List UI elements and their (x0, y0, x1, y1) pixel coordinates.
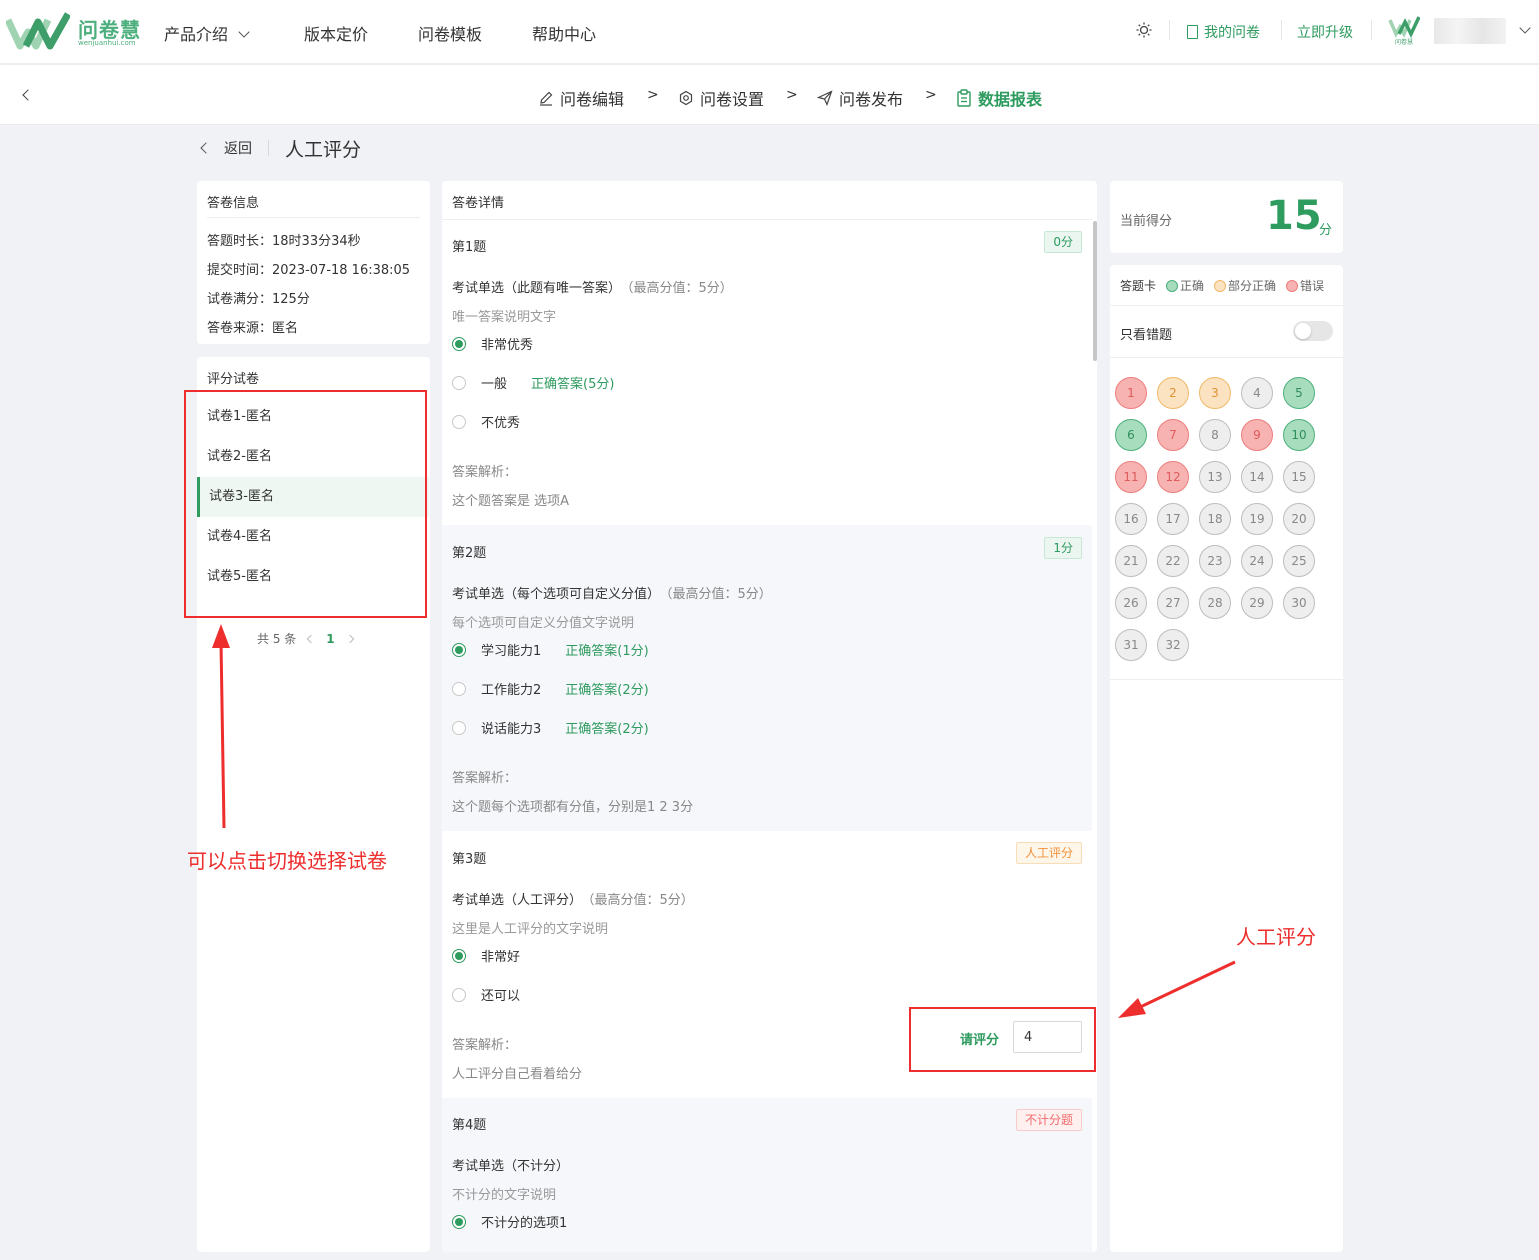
annotation-switch-paper: 可以点击切换选择试卷 (187, 849, 387, 873)
annotation-arrows (212, 624, 1236, 1018)
annotation-manual-score: 人工评分 (1236, 925, 1316, 949)
